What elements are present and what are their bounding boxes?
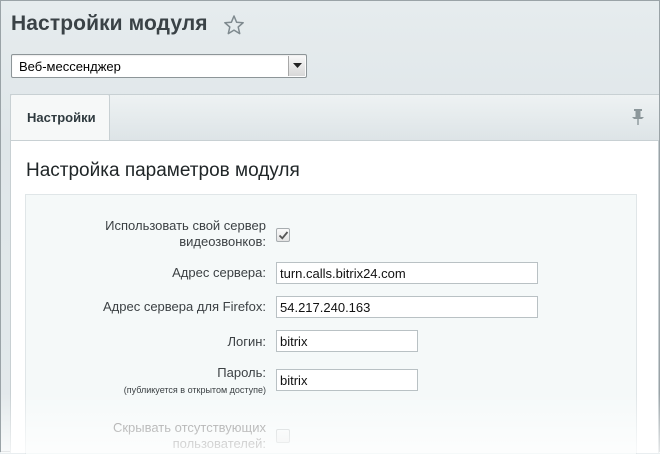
password-note: (публикуется в открытом доступе) xyxy=(123,385,266,395)
firefox-server-label: Адрес сервера для Firefox: xyxy=(102,299,266,314)
tab-settings-label: Настройки xyxy=(27,110,96,125)
custom-server-label: Использовать свой сервер видеозвонков: xyxy=(105,218,266,249)
chevron-down-icon xyxy=(293,63,302,68)
hide-absent-label: Скрывать отсутствующих пользователей: xyxy=(112,420,266,451)
window-frame: Настройки модуля Веб-мессенджер Настройк… xyxy=(0,0,660,454)
tab-bar: Настройки xyxy=(10,94,659,141)
page-title: Настройки модуля xyxy=(11,12,208,35)
custom-server-checkbox[interactable] xyxy=(276,228,290,242)
dropdown-arrow[interactable] xyxy=(288,56,305,76)
firefox-server-input[interactable]: 54.217.240.163 xyxy=(276,296,538,318)
tab-settings[interactable]: Настройки xyxy=(10,94,110,141)
section-title: Настройка параметров модуля xyxy=(26,160,300,181)
server-address-input[interactable]: turn.calls.bitrix24.com xyxy=(276,262,538,284)
password-label: Пароль: (публикуется в открытом доступе) xyxy=(123,365,266,395)
server-address-label: Адрес сервера: xyxy=(172,265,266,280)
module-select[interactable]: Веб-мессенджер xyxy=(11,54,307,78)
pin-icon[interactable] xyxy=(631,108,645,126)
module-select-value: Веб-мессенджер xyxy=(19,59,121,74)
login-input[interactable]: bitrix xyxy=(276,330,418,352)
checkmark-icon xyxy=(278,231,289,240)
star-icon[interactable] xyxy=(223,14,245,36)
login-label: Логин: xyxy=(227,334,266,349)
password-input[interactable]: bitrix xyxy=(276,369,418,391)
hide-absent-checkbox[interactable] xyxy=(276,429,290,443)
